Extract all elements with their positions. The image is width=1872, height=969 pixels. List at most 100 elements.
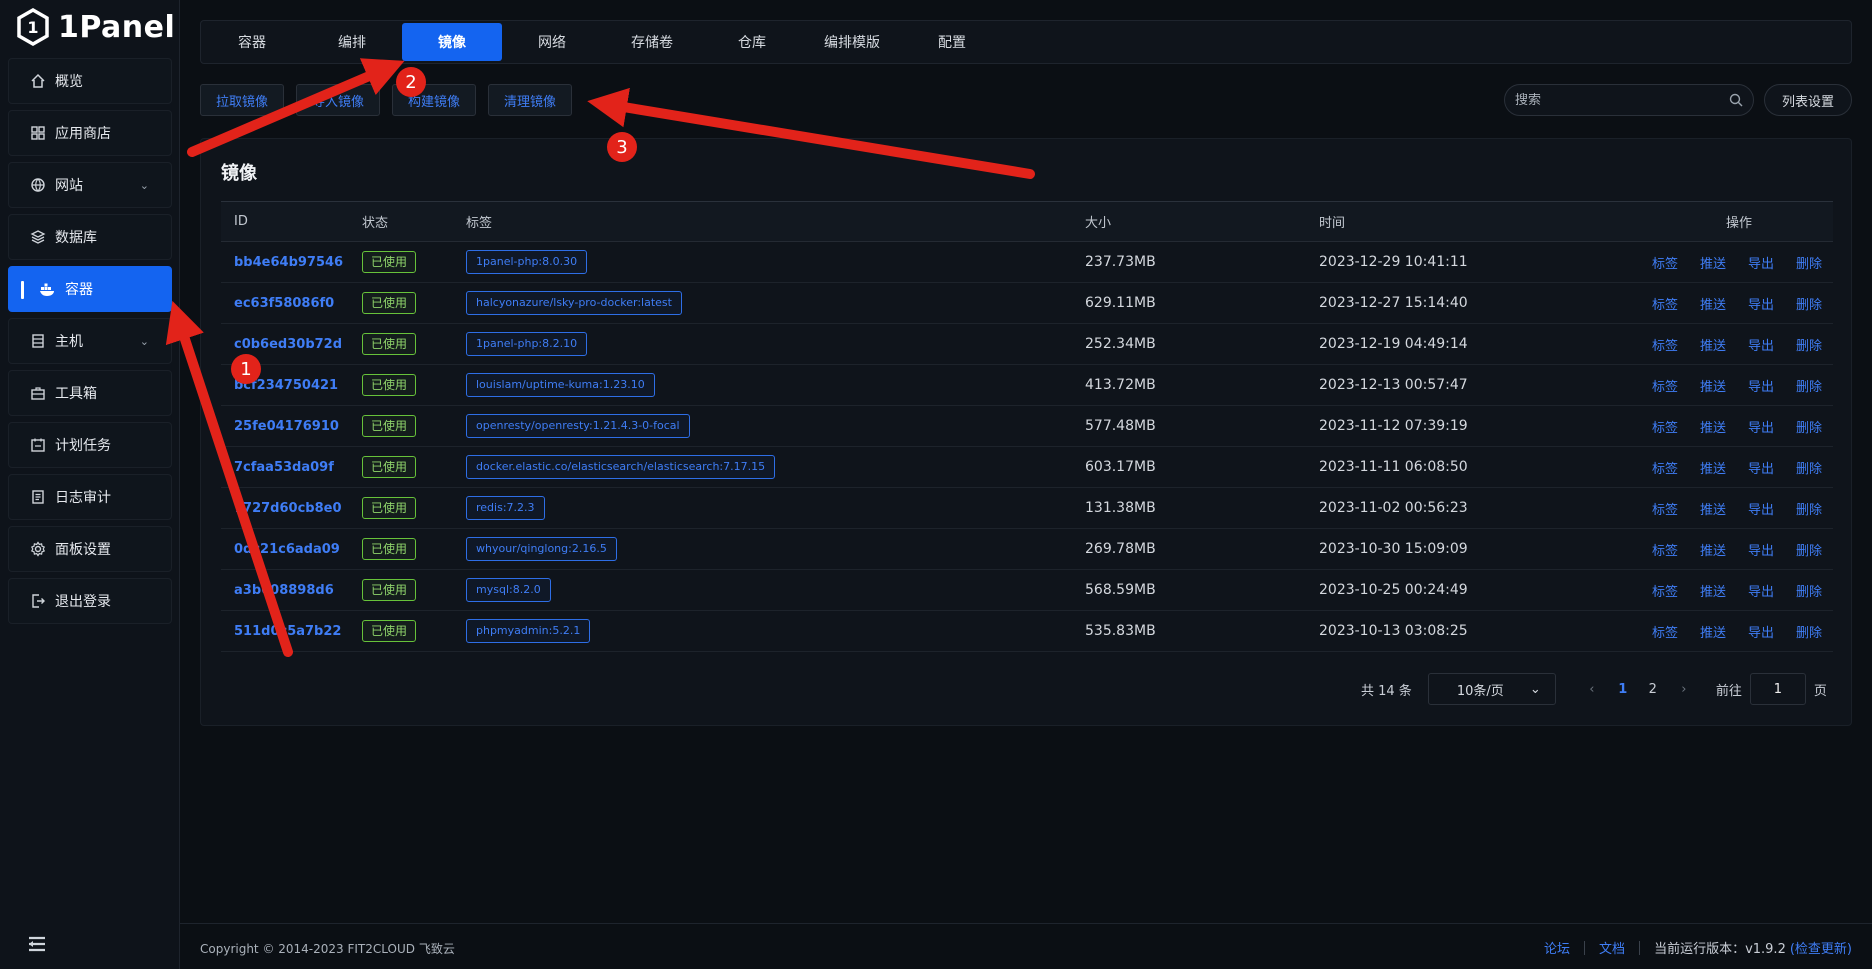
push-action-link[interactable]: 推送 (1700, 376, 1726, 395)
sidebar-item-database[interactable]: 数据库 (8, 214, 172, 260)
tab-image[interactable]: 镜像 (402, 23, 502, 61)
search-icon[interactable] (1729, 93, 1743, 107)
delete-action-link[interactable]: 删除 (1796, 294, 1822, 313)
tab-config[interactable]: 配置 (902, 23, 1002, 61)
delete-action-link[interactable]: 删除 (1796, 253, 1822, 272)
tag-action-link[interactable]: 标签 (1652, 376, 1678, 395)
tab-container[interactable]: 容器 (202, 23, 302, 61)
prune-image-button[interactable]: 清理镜像 (488, 84, 573, 116)
page-size-select[interactable]: 10条/页 ⌄ (1427, 673, 1556, 705)
apps-icon (29, 124, 47, 142)
sidebar-item-settings[interactable]: 面板设置 (8, 526, 172, 572)
image-id-link[interactable]: 7cfaa53da09f (234, 460, 334, 475)
status-badge: 已使用 (362, 497, 417, 519)
image-id-link[interactable]: 0dc21c6ada09 (234, 542, 340, 557)
tag-action-link[interactable]: 标签 (1652, 253, 1678, 272)
push-action-link[interactable]: 推送 (1700, 458, 1726, 477)
tab-compose-template[interactable]: 编排模版 (802, 23, 902, 61)
search-box (1504, 84, 1754, 116)
tag-action-link[interactable]: 标签 (1652, 458, 1678, 477)
push-action-link[interactable]: 推送 (1700, 581, 1726, 600)
tag-action-link[interactable]: 标签 (1652, 417, 1678, 436)
image-time: 2023-12-19 04:49:14 (1319, 336, 1468, 352)
export-action-link[interactable]: 导出 (1748, 417, 1774, 436)
sidebar-item-log-audit[interactable]: 日志审计 (8, 474, 172, 520)
push-action-link[interactable]: 推送 (1700, 294, 1726, 313)
menu-collapse-icon[interactable] (26, 935, 48, 953)
delete-action-link[interactable]: 删除 (1796, 499, 1822, 518)
table-row: 25fe04176910 已使用 openresty/openresty:1.21.… (221, 406, 1833, 447)
tab-compose[interactable]: 编排 (302, 23, 402, 61)
column-header-id[interactable]: ID (221, 214, 362, 229)
image-size: 568.59MB (1085, 582, 1156, 598)
export-action-link[interactable]: 导出 (1748, 540, 1774, 559)
image-id-link[interactable]: c0b6ed30b72d (234, 337, 342, 352)
delete-action-link[interactable]: 删除 (1796, 458, 1822, 477)
export-action-link[interactable]: 导出 (1748, 581, 1774, 600)
sidebar-item-website[interactable]: 网站 ⌄ (8, 162, 172, 208)
forum-link[interactable]: 论坛 (1544, 938, 1570, 957)
import-image-button[interactable]: 导入镜像 (296, 84, 381, 116)
tag-action-link[interactable]: 标签 (1652, 622, 1678, 641)
logo[interactable]: 1 1Panel (16, 8, 175, 46)
sidebar-item-host[interactable]: 主机 ⌄ (8, 318, 172, 364)
tag-action-link[interactable]: 标签 (1652, 335, 1678, 354)
export-action-link[interactable]: 导出 (1748, 458, 1774, 477)
column-header-status: 状态 (362, 216, 389, 231)
gear-icon (29, 540, 47, 558)
push-action-link[interactable]: 推送 (1700, 622, 1726, 641)
page-number-1[interactable]: 1 (1612, 682, 1634, 697)
export-action-link[interactable]: 导出 (1748, 253, 1774, 272)
image-id-link[interactable]: ec63f58086f0 (234, 296, 334, 311)
export-action-link[interactable]: 导出 (1748, 499, 1774, 518)
export-action-link[interactable]: 导出 (1748, 376, 1774, 395)
push-action-link[interactable]: 推送 (1700, 417, 1726, 436)
goto-page-input[interactable] (1749, 673, 1806, 705)
delete-action-link[interactable]: 删除 (1796, 335, 1822, 354)
sidebar-item-cron[interactable]: 计划任务 (8, 422, 172, 468)
sidebar-item-overview[interactable]: 概览 (8, 58, 172, 104)
tag-action-link[interactable]: 标签 (1652, 581, 1678, 600)
delete-action-link[interactable]: 删除 (1796, 581, 1822, 600)
push-action-link[interactable]: 推送 (1700, 253, 1726, 272)
search-input[interactable] (1515, 92, 1729, 108)
image-id-link[interactable]: a3b608898d6 (234, 583, 334, 598)
push-action-link[interactable]: 推送 (1700, 499, 1726, 518)
image-id-link[interactable]: 511d0c5a7b22 (234, 624, 341, 639)
delete-action-link[interactable]: 删除 (1796, 376, 1822, 395)
layers-icon (29, 228, 47, 246)
tab-network[interactable]: 网络 (502, 23, 602, 61)
export-action-link[interactable]: 导出 (1748, 294, 1774, 313)
page-number-2[interactable]: 2 (1642, 682, 1664, 697)
sidebar-item-app-store[interactable]: 应用商店 (8, 110, 172, 156)
status-badge: 已使用 (362, 456, 417, 478)
delete-action-link[interactable]: 删除 (1796, 622, 1822, 641)
export-action-link[interactable]: 导出 (1748, 335, 1774, 354)
delete-action-link[interactable]: 删除 (1796, 540, 1822, 559)
image-id-link[interactable]: 7727d60cb8e0 (234, 501, 342, 516)
tab-volume[interactable]: 存储卷 (602, 23, 702, 61)
image-size: 629.11MB (1085, 295, 1156, 311)
docs-link[interactable]: 文档 (1599, 938, 1625, 957)
image-id-link[interactable]: bb4e64b97546 (234, 255, 343, 270)
list-settings-button[interactable]: 列表设置 (1764, 84, 1852, 116)
delete-action-link[interactable]: 删除 (1796, 417, 1822, 436)
next-page-icon[interactable]: › (1674, 682, 1694, 697)
sidebar-item-container[interactable]: 容器 (8, 266, 172, 312)
check-update-link[interactable]: (检查更新) (1790, 938, 1852, 957)
push-action-link[interactable]: 推送 (1700, 540, 1726, 559)
sidebar-item-toolbox[interactable]: 工具箱 (8, 370, 172, 416)
image-id-link[interactable]: 25fe04176910 (234, 419, 339, 434)
tag-action-link[interactable]: 标签 (1652, 540, 1678, 559)
tag-action-link[interactable]: 标签 (1652, 294, 1678, 313)
tag-action-link[interactable]: 标签 (1652, 499, 1678, 518)
sidebar-item-label: 面板设置 (55, 542, 111, 558)
tab-repo[interactable]: 仓库 (702, 23, 802, 61)
prev-page-icon[interactable]: ‹ (1582, 682, 1602, 697)
push-action-link[interactable]: 推送 (1700, 335, 1726, 354)
pull-image-button[interactable]: 拉取镜像 (200, 84, 285, 116)
image-tag: 1panel-php:8.2.10 (466, 332, 588, 356)
export-action-link[interactable]: 导出 (1748, 622, 1774, 641)
sidebar-item-label: 计划任务 (55, 438, 111, 454)
sidebar-item-logout[interactable]: 退出登录 (8, 578, 172, 624)
